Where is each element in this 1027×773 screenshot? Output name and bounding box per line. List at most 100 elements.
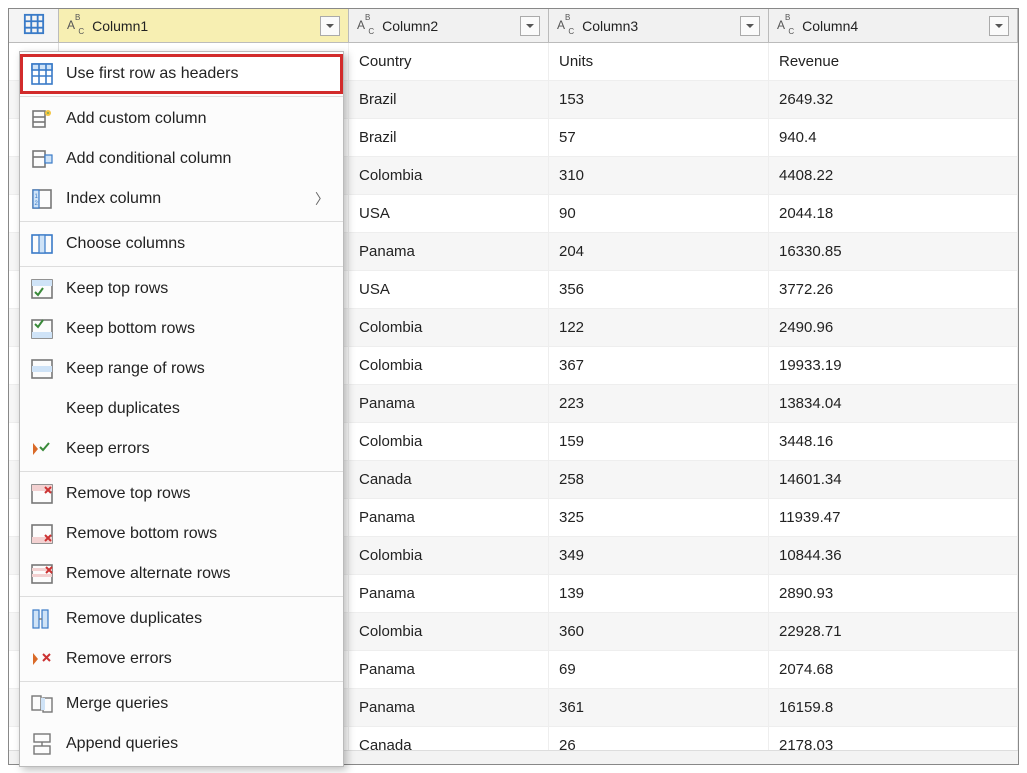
cell-column3[interactable]: 310 bbox=[549, 157, 769, 195]
cell-column2[interactable]: USA bbox=[349, 271, 549, 309]
conditional-column-icon bbox=[28, 145, 56, 173]
cell-column3[interactable]: 139 bbox=[549, 575, 769, 613]
column-header-column3[interactable]: ABC Column3 bbox=[549, 9, 769, 42]
menu-separator bbox=[20, 221, 343, 222]
column-filter-button[interactable] bbox=[320, 16, 340, 36]
cell-column2[interactable]: Brazil bbox=[349, 119, 549, 157]
cell-column2[interactable]: Panama bbox=[349, 651, 549, 689]
menu-choose-columns[interactable]: Choose columns bbox=[20, 224, 343, 264]
cell-column2[interactable]: Colombia bbox=[349, 537, 549, 575]
cell-column2[interactable]: Panama bbox=[349, 233, 549, 271]
menu-separator bbox=[20, 596, 343, 597]
cell-column3[interactable]: 356 bbox=[549, 271, 769, 309]
cell-column3[interactable]: 223 bbox=[549, 385, 769, 423]
menu-add-custom-column[interactable]: Add custom column bbox=[20, 99, 343, 139]
cell-column4[interactable]: 10844.36 bbox=[769, 537, 1018, 575]
menu-merge-queries[interactable]: Merge queries bbox=[20, 684, 343, 724]
menu-label: Choose columns bbox=[66, 235, 329, 253]
cell-column4[interactable]: 2074.68 bbox=[769, 651, 1018, 689]
cell-column2[interactable]: Country bbox=[349, 43, 549, 81]
cell-column3[interactable]: 325 bbox=[549, 499, 769, 537]
cell-column3[interactable]: 57 bbox=[549, 119, 769, 157]
remove-duplicates-icon bbox=[28, 605, 56, 633]
cell-column4[interactable]: 11939.47 bbox=[769, 499, 1018, 537]
cell-column4[interactable]: 22928.71 bbox=[769, 613, 1018, 651]
cell-column2[interactable]: Colombia bbox=[349, 157, 549, 195]
chevron-right-icon: 〉 bbox=[315, 189, 329, 209]
cell-column3[interactable]: 204 bbox=[549, 233, 769, 271]
column-filter-button[interactable] bbox=[989, 16, 1009, 36]
menu-remove-duplicates[interactable]: Remove duplicates bbox=[20, 599, 343, 639]
cell-column3[interactable]: 349 bbox=[549, 537, 769, 575]
cell-column4[interactable]: 940.4 bbox=[769, 119, 1018, 157]
cell-column3[interactable]: 360 bbox=[549, 613, 769, 651]
cell-column2[interactable]: Colombia bbox=[349, 613, 549, 651]
cell-column2[interactable]: Canada bbox=[349, 461, 549, 499]
cell-column2[interactable]: Brazil bbox=[349, 81, 549, 119]
menu-keep-duplicates[interactable]: Keep duplicates bbox=[20, 389, 343, 429]
menu-keep-bottom-rows[interactable]: Keep bottom rows bbox=[20, 309, 343, 349]
cell-column3[interactable]: Units bbox=[549, 43, 769, 81]
cell-column4[interactable]: 3772.26 bbox=[769, 271, 1018, 309]
cell-column4[interactable]: 3448.16 bbox=[769, 423, 1018, 461]
cell-column4[interactable]: 13834.04 bbox=[769, 385, 1018, 423]
menu-label: Merge queries bbox=[66, 695, 329, 713]
cell-column3[interactable]: 258 bbox=[549, 461, 769, 499]
column-header-column2[interactable]: ABC Column2 bbox=[349, 9, 549, 42]
menu-label: Keep top rows bbox=[66, 280, 329, 298]
merge-queries-icon bbox=[28, 690, 56, 718]
cell-column2[interactable]: Panama bbox=[349, 689, 549, 727]
menu-keep-range-of-rows[interactable]: Keep range of rows bbox=[20, 349, 343, 389]
menu-remove-errors[interactable]: Remove errors bbox=[20, 639, 343, 679]
cell-column4[interactable]: 14601.34 bbox=[769, 461, 1018, 499]
cell-column2[interactable]: Colombia bbox=[349, 423, 549, 461]
cell-column4[interactable]: 4408.22 bbox=[769, 157, 1018, 195]
menu-remove-bottom-rows[interactable]: Remove bottom rows bbox=[20, 514, 343, 554]
choose-columns-icon bbox=[28, 230, 56, 258]
menu-remove-top-rows[interactable]: Remove top rows bbox=[20, 474, 343, 514]
column-header-column1[interactable]: ABC Column1 bbox=[59, 9, 349, 42]
cell-column4[interactable]: 2890.93 bbox=[769, 575, 1018, 613]
cell-column3[interactable]: 361 bbox=[549, 689, 769, 727]
cell-column4[interactable]: 2649.32 bbox=[769, 81, 1018, 119]
cell-column3[interactable]: 69 bbox=[549, 651, 769, 689]
menu-use-first-row-as-headers[interactable]: Use first row as headers bbox=[20, 54, 343, 94]
cell-column3[interactable]: 122 bbox=[549, 309, 769, 347]
cell-column2[interactable]: Colombia bbox=[349, 347, 549, 385]
cell-column4[interactable]: 16330.85 bbox=[769, 233, 1018, 271]
cell-column3[interactable]: 153 bbox=[549, 81, 769, 119]
menu-label: Remove bottom rows bbox=[66, 525, 329, 543]
cell-column4[interactable]: 19933.19 bbox=[769, 347, 1018, 385]
data-type-icon: ABC bbox=[777, 17, 796, 34]
column-header-column4[interactable]: ABC Column4 bbox=[769, 9, 1018, 42]
menu-keep-errors[interactable]: Keep errors bbox=[20, 429, 343, 469]
cell-column3[interactable]: 159 bbox=[549, 423, 769, 461]
cell-column4[interactable]: 2490.96 bbox=[769, 309, 1018, 347]
cell-column4[interactable]: Revenue bbox=[769, 43, 1018, 81]
menu-remove-alternate-rows[interactable]: Remove alternate rows bbox=[20, 554, 343, 594]
cell-column2[interactable]: Colombia bbox=[349, 309, 549, 347]
menu-keep-top-rows[interactable]: Keep top rows bbox=[20, 269, 343, 309]
table-menu-button[interactable] bbox=[9, 9, 59, 42]
menu-label: Add custom column bbox=[66, 110, 329, 128]
menu-label: Remove top rows bbox=[66, 485, 329, 503]
menu-label: Use first row as headers bbox=[66, 65, 329, 83]
cell-column2[interactable]: Panama bbox=[349, 385, 549, 423]
column-filter-button[interactable] bbox=[740, 16, 760, 36]
cell-column3[interactable]: 90 bbox=[549, 195, 769, 233]
menu-add-conditional-column[interactable]: Add conditional column bbox=[20, 139, 343, 179]
cell-column4[interactable]: 2044.18 bbox=[769, 195, 1018, 233]
cell-column2[interactable]: Panama bbox=[349, 499, 549, 537]
data-type-icon: ABC bbox=[67, 17, 86, 34]
remove-alternate-rows-icon bbox=[28, 560, 56, 588]
menu-separator bbox=[20, 266, 343, 267]
cell-column2[interactable]: Panama bbox=[349, 575, 549, 613]
menu-index-column[interactable]: 12 Index column 〉 bbox=[20, 179, 343, 219]
column-filter-button[interactable] bbox=[520, 16, 540, 36]
cell-column4[interactable]: 16159.8 bbox=[769, 689, 1018, 727]
cell-column2[interactable]: USA bbox=[349, 195, 549, 233]
column-name: Column3 bbox=[582, 18, 734, 34]
cell-column3[interactable]: 367 bbox=[549, 347, 769, 385]
keep-range-rows-icon bbox=[28, 355, 56, 383]
menu-append-queries[interactable]: Append queries bbox=[20, 724, 343, 764]
